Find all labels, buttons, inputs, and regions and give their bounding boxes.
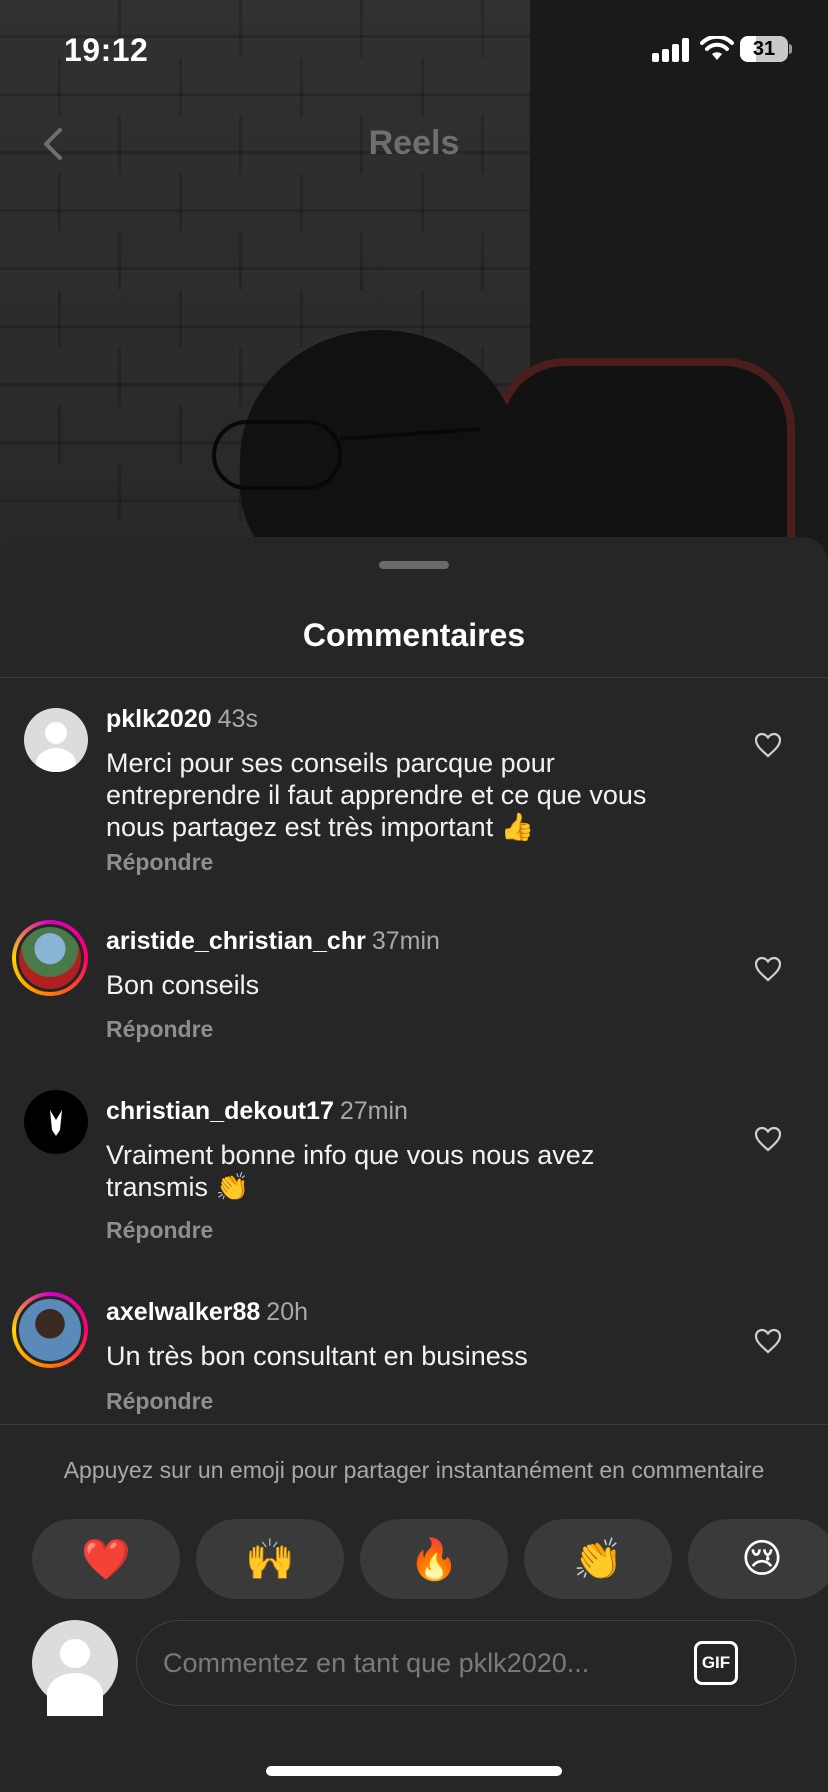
home-indicator [266, 1766, 562, 1776]
divider [0, 1424, 828, 1425]
comment-text: Merci pour ses conseils parcque pour ent… [106, 748, 647, 842]
emoji-quick-reactions: ❤️ 🙌 🔥 👏 😢 [32, 1519, 828, 1599]
cellular-signal-icon [652, 38, 690, 62]
comment-item: christian_dekout17 27min Vraiment bonne i… [0, 1068, 828, 1268]
emoji-button-raising-hands[interactable]: 🙌 [196, 1519, 344, 1599]
comment-time: 43s [217, 705, 258, 733]
emoji-button-clapping[interactable]: 👏 [524, 1519, 672, 1599]
comment-text: Vraiment bonne info que vous nous avez t… [106, 1140, 595, 1202]
battery-level: 31 [752, 38, 776, 60]
comment-time: 20h [266, 1298, 309, 1326]
status-bar: 19:12 31 [0, 0, 828, 100]
avatar[interactable] [12, 920, 88, 996]
avatar [32, 1620, 118, 1717]
reply-button[interactable]: Répondre [106, 849, 213, 876]
comment-text: Un très bon consultant en business [106, 1341, 528, 1371]
status-time: 19:12 [64, 32, 149, 68]
heart-icon[interactable] [754, 1126, 782, 1152]
tuxedo-icon [50, 1110, 62, 1136]
comment-item: pklk2020 43s Merci pour ses conseils parc… [0, 678, 828, 898]
emoji-button-heart[interactable]: ❤️ [32, 1519, 180, 1599]
heart-icon[interactable] [754, 732, 782, 758]
reel-header: Reels [0, 110, 828, 180]
comment-time: 37min [371, 927, 440, 955]
heart-icon[interactable] [754, 956, 782, 982]
heart-icon[interactable] [754, 1328, 782, 1354]
reply-button[interactable]: Répondre [106, 1217, 213, 1244]
sheet-grabber-handle[interactable] [379, 561, 449, 569]
comment-text: Bon conseils [106, 970, 260, 1000]
wifi-icon [700, 36, 734, 60]
comment-username[interactable]: axelwalker88 [106, 1298, 260, 1326]
comment-composer: GIF [0, 1619, 828, 1717]
avatar[interactable] [24, 708, 88, 772]
emoji-button-crying[interactable]: 😢 [688, 1519, 828, 1599]
emoji-hint: Appuyez sur un emoji pour partager insta… [63, 1457, 765, 1483]
battery-icon: 31 [740, 36, 792, 62]
gif-button[interactable]: GIF [694, 1641, 738, 1685]
comment-time: 27min [339, 1097, 408, 1125]
emoji-button-fire[interactable]: 🔥 [360, 1519, 508, 1599]
comment-username[interactable]: christian_dekout17 [106, 1097, 334, 1125]
comment-item: axelwalker88 20h Un très bon consultant e… [0, 1268, 828, 1424]
reply-button[interactable]: Répondre [106, 1016, 213, 1043]
comment-username[interactable]: aristide_christian_chr [106, 927, 366, 955]
reply-button[interactable]: Répondre [106, 1388, 213, 1415]
page-title: Reels [368, 124, 460, 162]
avatar[interactable] [24, 1090, 88, 1154]
comment-username[interactable]: pklk2020 [106, 705, 212, 733]
comment-list[interactable]: pklk2020 43s Merci pour ses conseils parc… [0, 678, 828, 1424]
sheet-title: Commentaires [302, 617, 526, 653]
avatar[interactable] [12, 1292, 88, 1368]
comments-sheet: Commentaires pklk2020 43s Merci pour ses … [0, 537, 828, 1792]
comment-item: aristide_christian_chr 37min Bon conseils… [0, 898, 828, 1068]
